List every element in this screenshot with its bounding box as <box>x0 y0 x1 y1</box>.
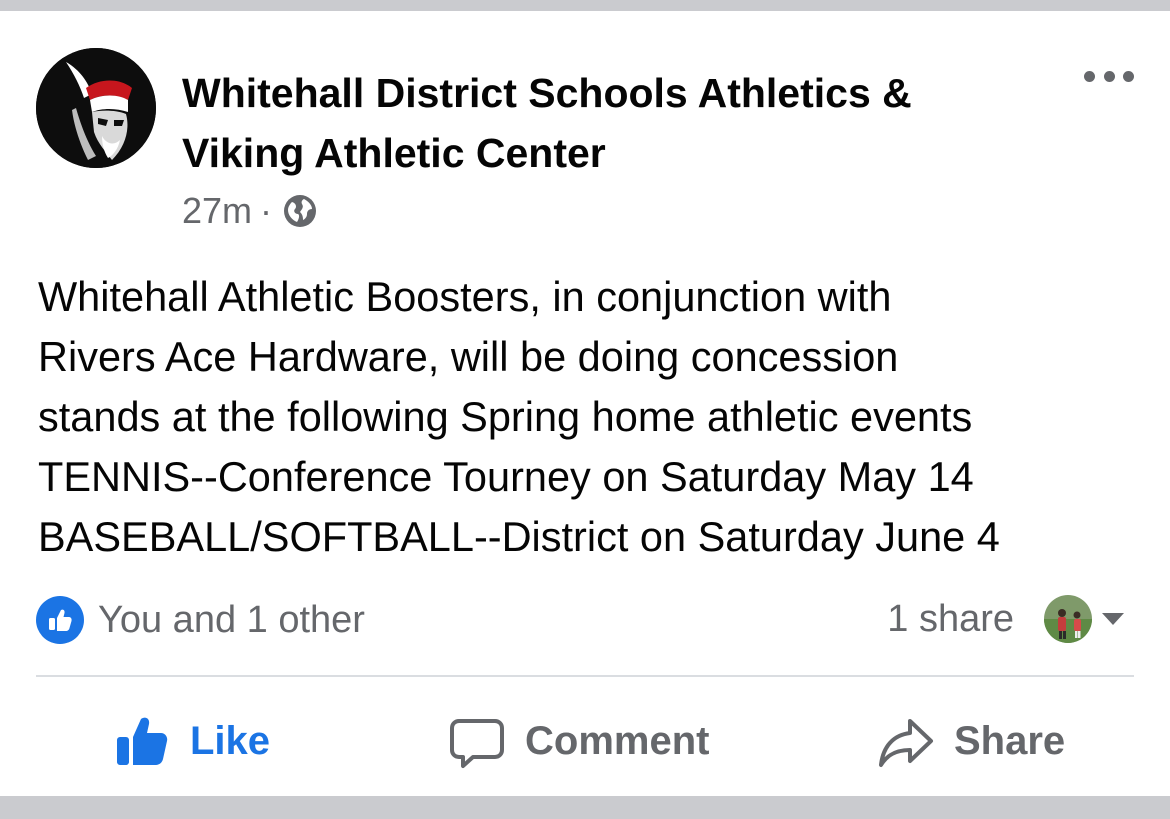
more-dot <box>1084 70 1095 82</box>
page-name[interactable]: Whitehall District Schools Athletics & V… <box>182 63 1042 183</box>
reactions-text: You and 1 other <box>98 598 365 641</box>
post-text-line: Whitehall Athletic Boosters, in conjunct… <box>38 273 892 320</box>
viking-logo-icon <box>36 48 156 168</box>
caret-down-icon[interactable] <box>1100 611 1126 627</box>
globe-icon[interactable] <box>282 193 318 229</box>
post-meta: 27m · <box>182 189 318 233</box>
post-text-line: TENNIS--Conference Tourney on Saturday M… <box>38 453 974 500</box>
share-label: Share <box>954 718 1066 763</box>
more-dot <box>1123 70 1134 82</box>
share-count[interactable]: 1 share <box>887 598 1014 641</box>
comment-icon <box>450 719 504 768</box>
like-reaction-icon <box>36 596 84 644</box>
shares-summary: 1 share <box>887 595 1126 643</box>
post-card: Whitehall District Schools Athletics & V… <box>0 11 1170 796</box>
reactions-summary[interactable]: You and 1 other <box>36 596 365 644</box>
more-options-icon[interactable] <box>1084 61 1134 91</box>
divider <box>36 675 1134 677</box>
comment-button[interactable]: Comment <box>449 701 709 781</box>
post-body: Whitehall Athletic Boosters, in conjunct… <box>38 267 1138 567</box>
meta-separator: · <box>260 190 273 231</box>
action-bar: Like Comment Share <box>0 701 1170 781</box>
post-timestamp[interactable]: 27m <box>182 190 252 232</box>
thumbs-up-icon <box>117 717 168 765</box>
comment-label: Comment <box>525 718 710 763</box>
like-label: Like <box>190 718 271 763</box>
share-button[interactable]: Share <box>878 701 1065 781</box>
like-button[interactable]: Like <box>114 701 270 781</box>
post-text-line: Rivers Ace Hardware, will be doing conce… <box>38 333 899 380</box>
more-dot <box>1103 70 1115 82</box>
post-text-line: BASEBALL/SOFTBALL--District on Saturday … <box>38 513 1000 560</box>
page-avatar[interactable] <box>36 48 156 168</box>
share-arrow-icon <box>879 719 933 767</box>
post-text-line: stands at the following Spring home athl… <box>38 393 973 440</box>
sharer-avatar[interactable] <box>1044 595 1092 643</box>
